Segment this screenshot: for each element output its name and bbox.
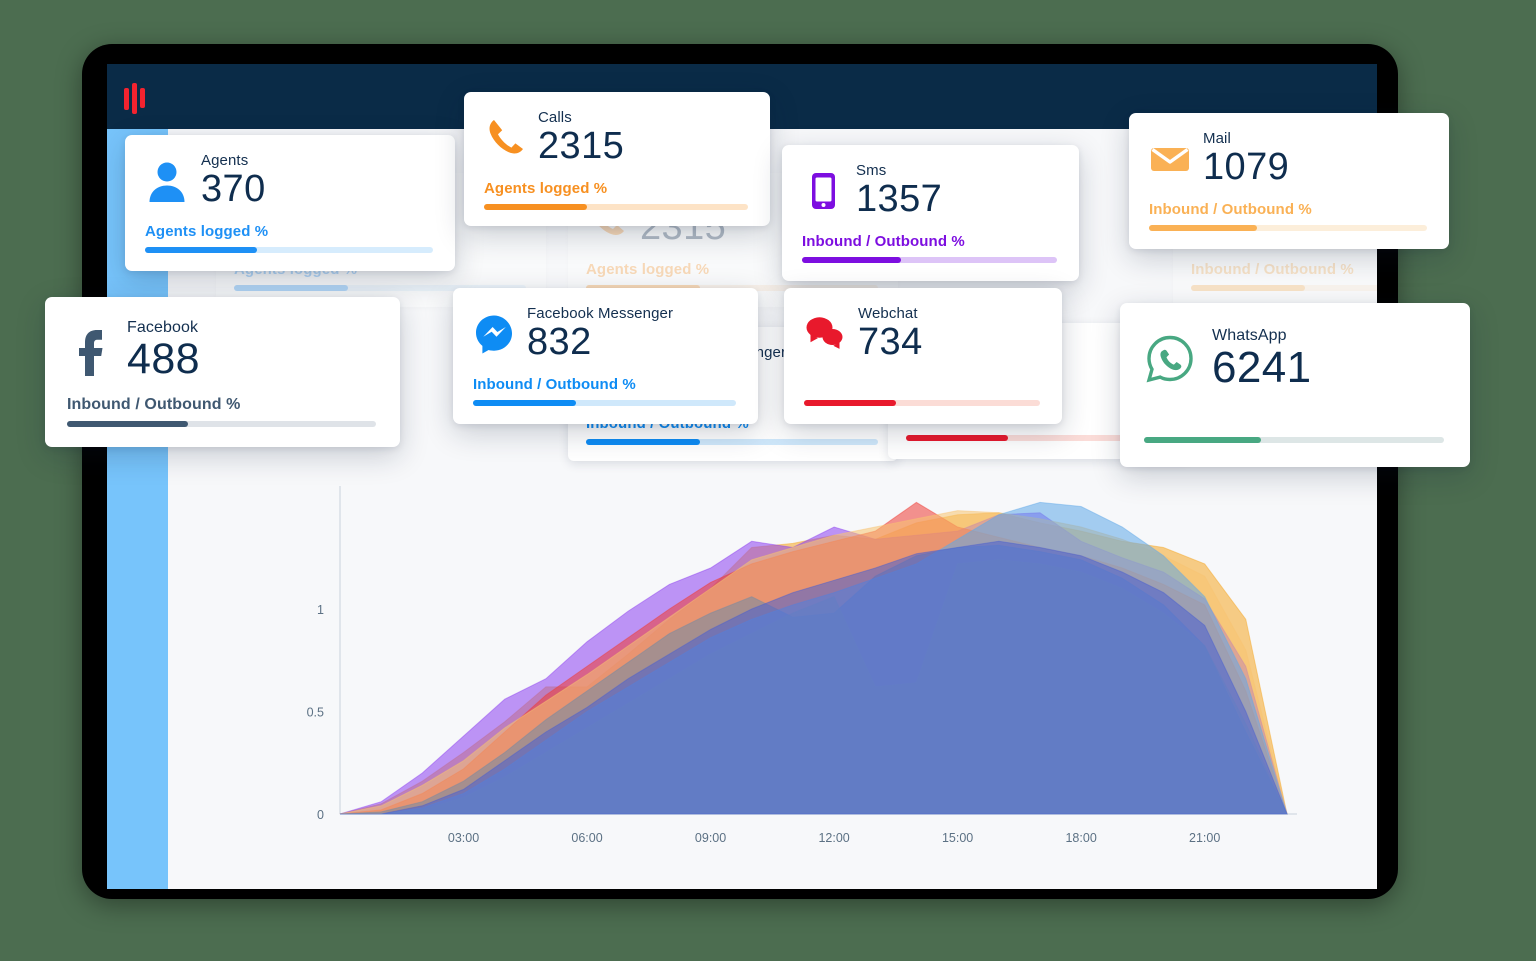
progress-track[interactable] bbox=[1149, 225, 1427, 231]
card-value: 1357 bbox=[856, 178, 943, 221]
card-bar-label: Agents logged % bbox=[145, 223, 269, 240]
card-label: Sms bbox=[856, 162, 887, 179]
progress-track bbox=[586, 439, 878, 445]
envelope-icon bbox=[1149, 138, 1191, 180]
facebook-icon bbox=[67, 326, 113, 376]
progress-track[interactable] bbox=[1144, 437, 1444, 444]
progress-fill bbox=[234, 285, 348, 291]
float-card-messenger[interactable]: Facebook Messenger 832 Inbound / Outboun… bbox=[453, 288, 758, 424]
svg-text:21:00: 21:00 bbox=[1189, 831, 1220, 845]
progress-track[interactable] bbox=[473, 400, 736, 406]
progress-fill bbox=[67, 421, 188, 428]
progress-fill bbox=[484, 204, 587, 210]
svg-text:12:00: 12:00 bbox=[818, 831, 849, 845]
card-value: 832 bbox=[527, 321, 592, 364]
svg-text:03:00: 03:00 bbox=[448, 831, 479, 845]
card-label: Calls bbox=[538, 109, 572, 126]
progress-track[interactable] bbox=[67, 421, 376, 428]
mobile-phone-icon bbox=[802, 170, 844, 212]
progress-track[interactable] bbox=[484, 204, 748, 210]
float-card-facebook[interactable]: Facebook 488 Inbound / Outbound % bbox=[45, 297, 400, 448]
progress-track[interactable] bbox=[145, 247, 433, 253]
progress-fill bbox=[586, 439, 700, 445]
progress-fill bbox=[802, 257, 902, 263]
card-label: Agents bbox=[201, 152, 249, 169]
card-value: 1079 bbox=[1203, 146, 1290, 189]
card-bar-label: Inbound / Outbound % bbox=[67, 396, 241, 414]
card-label: Mail bbox=[1203, 130, 1231, 147]
progress-fill bbox=[473, 400, 576, 406]
svg-text:0: 0 bbox=[317, 808, 324, 822]
float-card-mail[interactable]: Mail 1079 Inbound / Outbound % bbox=[1129, 113, 1449, 249]
progress-fill bbox=[1149, 225, 1258, 231]
progress-fill bbox=[804, 400, 897, 406]
progress-track bbox=[1191, 285, 1377, 291]
waveform-logo-icon[interactable] bbox=[124, 80, 145, 114]
progress-fill bbox=[1191, 285, 1305, 291]
traffic-area-chart[interactable]: 0 0.5 1 03:00 06:00 09:00 12:00 15:00 18:00 21:00 bbox=[168, 474, 1377, 889]
svg-text:0.5: 0.5 bbox=[307, 706, 324, 720]
card-value: 2315 bbox=[538, 125, 625, 168]
svg-text:15:00: 15:00 bbox=[942, 831, 973, 845]
card-bar-label: Inbound / Outbound % bbox=[473, 376, 636, 393]
float-card-calls[interactable]: Calls 2315 Agents logged % bbox=[464, 92, 770, 226]
card-value: 488 bbox=[127, 335, 200, 384]
card-bar-label: Agents logged % bbox=[484, 180, 608, 197]
progress-fill bbox=[145, 247, 258, 253]
chart-svg: 0 0.5 1 03:00 06:00 09:00 12:00 15:00 18:00 21:00 bbox=[307, 486, 1297, 845]
card-label: Facebook Messenger bbox=[527, 305, 674, 322]
progress-fill bbox=[906, 435, 1009, 441]
screenshot-root: Agents 370 Agents logged % bbox=[0, 0, 1536, 961]
svg-text:09:00: 09:00 bbox=[695, 831, 726, 845]
whatsapp-icon bbox=[1144, 333, 1196, 385]
float-card-agents[interactable]: Agents 370 Agents logged % bbox=[125, 135, 455, 271]
progress-track[interactable] bbox=[802, 257, 1057, 263]
user-icon bbox=[145, 159, 189, 203]
card-bar-label: Inbound / Outbound % bbox=[1149, 201, 1312, 218]
phone-icon bbox=[484, 117, 526, 159]
chat-bubbles-icon bbox=[804, 313, 846, 355]
float-card-sms[interactable]: Sms 1357 Inbound / Outbound % bbox=[782, 145, 1079, 281]
messenger-icon bbox=[473, 313, 515, 355]
float-card-webchat[interactable]: Webchat 734 bbox=[784, 288, 1062, 424]
card-value: 370 bbox=[201, 168, 266, 211]
progress-track[interactable] bbox=[804, 400, 1040, 406]
card-bar-label: Inbound / Outbound % bbox=[802, 233, 965, 250]
svg-text:06:00: 06:00 bbox=[571, 831, 602, 845]
card-bar-label: Inbound / Outbound % bbox=[1191, 261, 1354, 278]
svg-text:1: 1 bbox=[317, 603, 324, 617]
float-card-whatsapp[interactable]: WhatsApp 6241 bbox=[1120, 303, 1470, 468]
card-label: Webchat bbox=[858, 305, 918, 322]
svg-text:18:00: 18:00 bbox=[1065, 831, 1096, 845]
card-value: 734 bbox=[858, 321, 923, 364]
card-value: 6241 bbox=[1212, 343, 1312, 393]
progress-fill bbox=[1144, 437, 1261, 444]
